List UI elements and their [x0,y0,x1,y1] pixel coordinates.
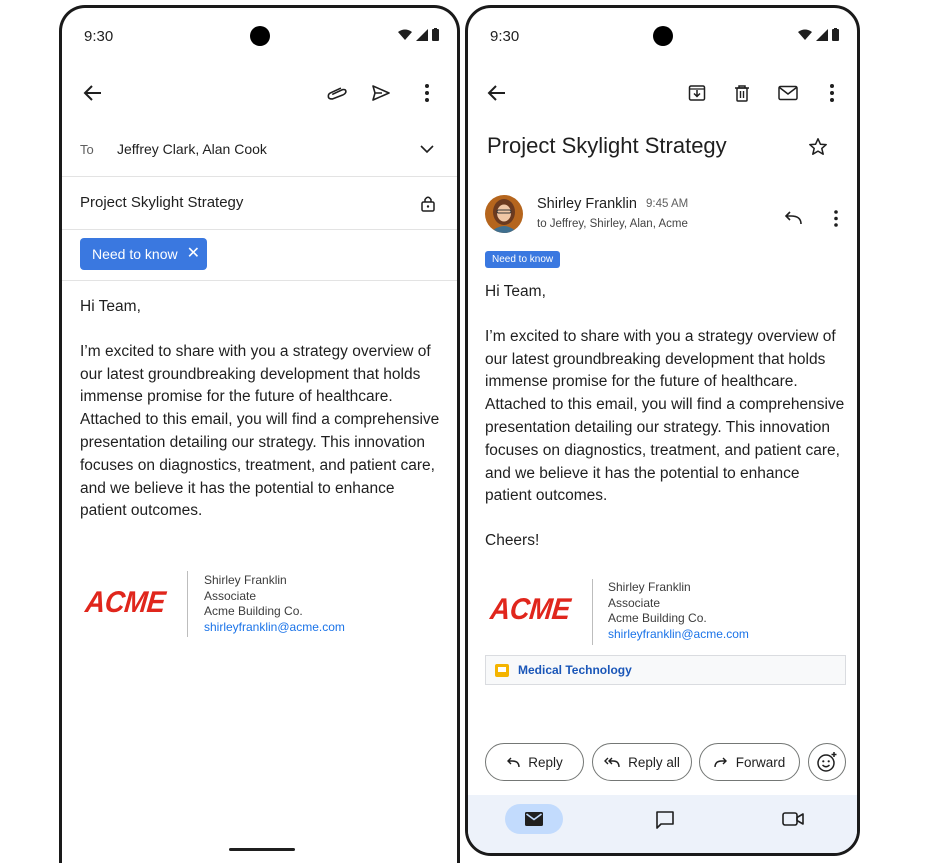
mail-icon [525,812,543,826]
chat-icon [656,810,674,829]
greeting-text: Hi Team, [80,298,141,315]
chevron-down-icon[interactable] [413,135,441,163]
attachment-name: Medical Technology [518,663,632,677]
signature-divider [187,571,188,637]
signature-email-link[interactable]: shirleyfranklin@acme.com [608,627,749,643]
signal-icon [416,28,428,41]
signature-name: Shirley Franklin [608,580,691,594]
system-icons [798,28,839,41]
signature-title: Associate [608,595,661,610]
battery-icon [832,28,839,41]
email-body-editor[interactable]: Hi Team, I’m excited to share with you a… [80,296,445,523]
wifi-icon [398,29,412,40]
signature-company: Acme Building Co. [204,604,303,618]
signature-company: Acme Building Co. [608,611,707,625]
add-reaction-button[interactable] [808,743,846,781]
more-vert-icon[interactable] [413,79,441,107]
forward-icon [714,757,727,767]
reply-icon [507,757,520,767]
bottom-navigation [468,795,857,853]
lock-icon[interactable] [414,189,442,217]
reply-all-icon [604,757,620,767]
slides-icon [495,663,509,677]
divider [62,176,457,177]
reply-icon[interactable] [779,204,807,232]
compose-screen: 9:30 To Jeffrey Clark, Alan Cook Project… [59,5,460,863]
forward-button[interactable]: Forward [699,743,800,781]
back-arrow-icon[interactable] [483,79,511,107]
need-to-know-chip[interactable]: Need to know ✕ [80,238,207,270]
recipients-field[interactable]: Jeffrey Clark, Alan Cook [117,141,267,157]
send-icon[interactable] [367,79,395,107]
need-to-know-label[interactable]: Need to know [485,251,561,268]
close-icon[interactable]: ✕ [187,246,200,262]
divider [62,229,457,230]
attachment-icon[interactable] [323,79,351,107]
body-paragraph: I’m excited to share with you a strategy… [485,327,845,505]
sender-name: Shirley Franklin [537,196,637,212]
avatar[interactable] [485,195,523,233]
reply-all-label: Reply all [628,754,680,770]
attachment-card[interactable]: Medical Technology [485,655,846,685]
subject-field[interactable]: Project Skylight Strategy [80,194,243,211]
reply-label: Reply [528,754,563,770]
delete-icon[interactable] [728,79,756,107]
email-body: Hi Team, I’m excited to share with you a… [485,281,850,553]
mark-unread-icon[interactable] [774,79,802,107]
to-label: To [80,142,94,157]
status-bar: 9:30 [62,8,457,68]
back-arrow-icon[interactable] [79,79,107,107]
camera-cutout [249,26,270,46]
signature-title: Associate [204,588,257,603]
signature-name: Shirley Franklin [204,573,287,587]
acme-logo: ACME [83,586,167,619]
reply-button[interactable]: Reply [485,743,584,781]
signature-email-link[interactable]: shirleyfranklin@acme.com [204,620,345,636]
forward-label: Forward [735,754,786,770]
chip-label: Need to know [92,246,178,262]
acme-logo: ACME [488,593,572,626]
star-icon[interactable] [804,133,832,161]
reply-all-button[interactable]: Reply all [592,743,692,781]
closing-text: Cheers! [485,532,540,550]
signature-divider [592,579,593,645]
email-subject: Project Skylight Strategy [487,133,727,158]
status-bar: 9:30 [468,8,857,68]
add-reaction-icon [817,752,837,772]
greeting-text: Hi Team, [485,283,546,300]
more-vert-icon[interactable] [822,204,850,232]
signature-text: Shirley Franklin Associate Acme Building… [608,580,749,642]
signature-text: Shirley Franklin Associate Acme Building… [204,573,345,635]
camera-cutout [652,26,673,46]
nav-mail-tab[interactable] [505,804,563,834]
gesture-bar [229,848,295,851]
recipients-line[interactable]: to Jeffrey, Shirley, Alan, Acme [537,218,688,230]
wifi-icon [798,29,812,40]
sent-time: 9:45 AM [646,198,689,210]
status-time: 9:30 [490,28,520,45]
divider [62,280,457,281]
system-icons [398,28,439,41]
battery-icon [432,28,439,41]
signal-icon [816,28,828,41]
body-paragraph: I’m excited to share with you a strategy… [80,342,440,520]
nav-meet-tab[interactable] [779,805,807,833]
nav-chat-tab[interactable] [651,805,679,833]
status-time: 9:30 [84,28,114,45]
read-screen: 9:30 Project Skylight Strategy Shirley F… [465,5,860,856]
more-vert-icon[interactable] [818,79,846,107]
video-camera-icon [782,812,804,826]
archive-icon[interactable] [683,79,711,107]
